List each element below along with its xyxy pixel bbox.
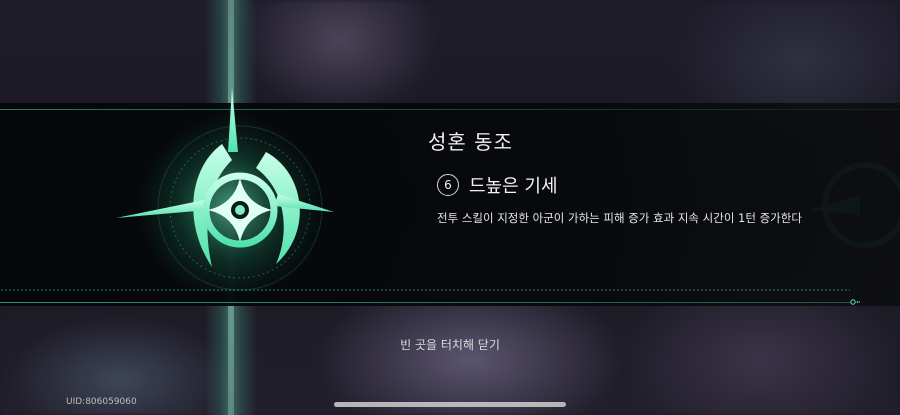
panel-end-marker-icon (850, 299, 860, 305)
close-hint-text[interactable]: 빈 곳을 터치해 닫기 (0, 336, 900, 353)
rank-badge: 6 (437, 174, 459, 196)
eidolon-description: 전투 스킬이 지정한 아군이 가하는 피해 증가 효과 지속 시간이 1턴 증가… (437, 211, 802, 225)
home-indicator[interactable] (334, 402, 566, 407)
compass-star-emblem-icon (116, 88, 334, 292)
eidolon-skill-name: 드높은 기세 (469, 176, 558, 197)
panel-bottom-border (0, 302, 850, 303)
eidolon-title: 성혼 동조 (428, 130, 513, 154)
player-uid: UID:806059060 (66, 397, 137, 407)
